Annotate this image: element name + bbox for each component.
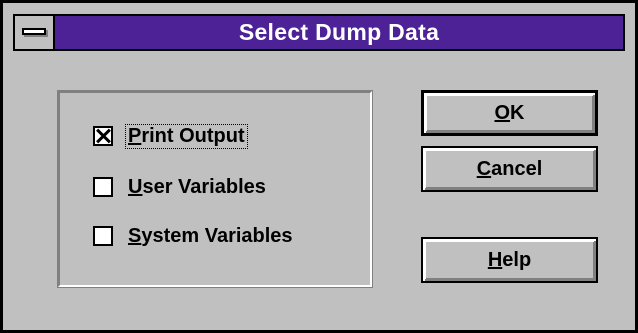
ok-label: K (510, 101, 525, 124)
system-variables-label[interactable]: System Variables (126, 225, 295, 248)
user-variables-label-text: ser Variables (142, 175, 266, 198)
print-output-label[interactable]: Print Output (125, 123, 248, 149)
help-mnemonic: H (487, 248, 503, 271)
select-dump-data-dialog: Select Dump Data Print Output User Varia… (0, 0, 638, 333)
system-variables-checkbox[interactable] (93, 226, 113, 246)
system-variables-mnemonic: S (128, 224, 142, 247)
ok-mnemonic: O (494, 101, 511, 124)
title-bar[interactable]: Select Dump Data (13, 14, 625, 51)
cancel-button[interactable]: Cancel (421, 146, 598, 192)
system-menu-button[interactable] (15, 16, 55, 49)
user-variables-label[interactable]: User Variables (126, 176, 268, 199)
cancel-label: ancel (491, 157, 543, 180)
help-label: elp (502, 248, 532, 271)
print-output-option[interactable]: Print Output (93, 122, 248, 150)
print-output-mnemonic: P (128, 124, 142, 147)
window-title: Select Dump Data (238, 19, 440, 45)
system-variables-option[interactable]: System Variables (93, 222, 295, 250)
user-variables-mnemonic: U (128, 175, 143, 198)
user-variables-checkbox[interactable] (93, 177, 113, 197)
print-output-label-text: rint Output (141, 124, 245, 147)
cancel-mnemonic: C (476, 157, 492, 180)
user-variables-option[interactable]: User Variables (93, 173, 268, 201)
print-output-checkbox[interactable] (93, 126, 113, 146)
help-button[interactable]: Help (421, 237, 598, 283)
ok-button[interactable]: OK (421, 90, 598, 136)
system-variables-label-text: ystem Variables (141, 224, 293, 247)
system-menu-icon (22, 28, 46, 35)
